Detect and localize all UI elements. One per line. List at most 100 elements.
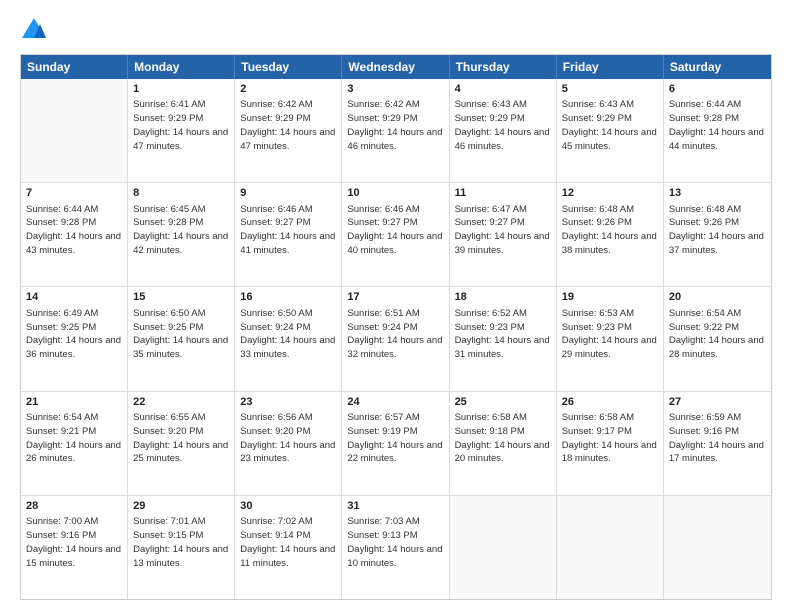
cell-sun-info: Sunrise: 7:00 AMSunset: 9:16 PMDaylight:… (26, 515, 122, 570)
day-number: 28 (26, 499, 122, 514)
day-number: 13 (669, 186, 766, 201)
calendar-cell (557, 496, 664, 599)
cell-sun-info: Sunrise: 6:59 AMSunset: 9:16 PMDaylight:… (669, 411, 766, 466)
page: SundayMondayTuesdayWednesdayThursdayFrid… (0, 0, 792, 612)
calendar-cell (450, 496, 557, 599)
day-number: 20 (669, 290, 766, 305)
calendar-cell: 19Sunrise: 6:53 AMSunset: 9:23 PMDayligh… (557, 287, 664, 390)
cell-sun-info: Sunrise: 6:50 AMSunset: 9:25 PMDaylight:… (133, 307, 229, 362)
calendar-cell: 25Sunrise: 6:58 AMSunset: 9:18 PMDayligh… (450, 392, 557, 495)
day-number: 1 (133, 82, 229, 97)
day-number: 3 (347, 82, 443, 97)
cell-sun-info: Sunrise: 6:42 AMSunset: 9:29 PMDaylight:… (347, 98, 443, 153)
day-number: 15 (133, 290, 229, 305)
header-day-tuesday: Tuesday (235, 55, 342, 79)
calendar-cell: 5Sunrise: 6:43 AMSunset: 9:29 PMDaylight… (557, 79, 664, 182)
calendar-row-0: 1Sunrise: 6:41 AMSunset: 9:29 PMDaylight… (21, 79, 771, 183)
day-number: 30 (240, 499, 336, 514)
calendar-header: SundayMondayTuesdayWednesdayThursdayFrid… (21, 55, 771, 79)
day-number: 26 (562, 395, 658, 410)
cell-sun-info: Sunrise: 6:43 AMSunset: 9:29 PMDaylight:… (562, 98, 658, 153)
calendar-cell: 16 Sunrise: 6:50 AMSunset: 9:24 PMDayligh… (235, 287, 342, 390)
calendar-cell (664, 496, 771, 599)
logo (20, 16, 52, 44)
calendar: SundayMondayTuesdayWednesdayThursdayFrid… (20, 54, 772, 600)
calendar-cell: 29Sunrise: 7:01 AMSunset: 9:15 PMDayligh… (128, 496, 235, 599)
calendar-cell: 12Sunrise: 6:48 AMSunset: 9:26 PMDayligh… (557, 183, 664, 286)
calendar-row-1: 7Sunrise: 6:44 AMSunset: 9:28 PMDaylight… (21, 183, 771, 287)
cell-sun-info: Sunrise: 6:52 AMSunset: 9:23 PMDaylight:… (455, 307, 551, 362)
cell-sun-info: Sunrise: 6:56 AMSunset: 9:20 PMDaylight:… (240, 411, 336, 466)
calendar-row-3: 21Sunrise: 6:54 AMSunset: 9:21 PMDayligh… (21, 392, 771, 496)
calendar-cell: 3Sunrise: 6:42 AMSunset: 9:29 PMDaylight… (342, 79, 449, 182)
calendar-cell: 13 Sunrise: 6:48 AMSunset: 9:26 PMDayligh… (664, 183, 771, 286)
cell-sun-info: Sunrise: 6:48 AMSunset: 9:26 PMDaylight:… (669, 203, 766, 258)
calendar-cell: 28Sunrise: 7:00 AMSunset: 9:16 PMDayligh… (21, 496, 128, 599)
day-number: 4 (455, 82, 551, 97)
day-number: 10 (347, 186, 443, 201)
cell-sun-info: Sunrise: 6:49 AMSunset: 9:25 PMDaylight:… (26, 307, 122, 362)
header (20, 16, 772, 44)
calendar-body: 1Sunrise: 6:41 AMSunset: 9:29 PMDaylight… (21, 79, 771, 599)
cell-sun-info: Sunrise: 6:48 AMSunset: 9:26 PMDaylight:… (562, 203, 658, 258)
cell-sun-info: Sunrise: 6:54 AMSunset: 9:22 PMDaylight:… (669, 307, 766, 362)
cell-sun-info: Sunrise: 6:44 AMSunset: 9:28 PMDaylight:… (26, 203, 122, 258)
day-number: 14 (26, 290, 122, 305)
calendar-cell: 6Sunrise: 6:44 AMSunset: 9:28 PMDaylight… (664, 79, 771, 182)
cell-sun-info: Sunrise: 6:50 AMSunset: 9:24 PMDaylight:… (240, 307, 336, 362)
header-day-thursday: Thursday (450, 55, 557, 79)
calendar-cell: 26Sunrise: 6:58 AMSunset: 9:17 PMDayligh… (557, 392, 664, 495)
cell-sun-info: Sunrise: 6:42 AMSunset: 9:29 PMDaylight:… (240, 98, 336, 153)
calendar-cell: 20 Sunrise: 6:54 AMSunset: 9:22 PMDayligh… (664, 287, 771, 390)
cell-sun-info: Sunrise: 6:43 AMSunset: 9:29 PMDaylight:… (455, 98, 551, 153)
header-day-wednesday: Wednesday (342, 55, 449, 79)
day-number: 8 (133, 186, 229, 201)
calendar-cell: 24Sunrise: 6:57 AMSunset: 9:19 PMDayligh… (342, 392, 449, 495)
header-day-friday: Friday (557, 55, 664, 79)
day-number: 31 (347, 499, 443, 514)
calendar-cell: 27Sunrise: 6:59 AMSunset: 9:16 PMDayligh… (664, 392, 771, 495)
day-number: 6 (669, 82, 766, 97)
cell-sun-info: Sunrise: 6:47 AMSunset: 9:27 PMDaylight:… (455, 203, 551, 258)
day-number: 27 (669, 395, 766, 410)
cell-sun-info: Sunrise: 6:51 AMSunset: 9:24 PMDaylight:… (347, 307, 443, 362)
calendar-cell: 2Sunrise: 6:42 AMSunset: 9:29 PMDaylight… (235, 79, 342, 182)
cell-sun-info: Sunrise: 6:45 AMSunset: 9:28 PMDaylight:… (133, 203, 229, 258)
cell-sun-info: Sunrise: 6:46 AMSunset: 9:27 PMDaylight:… (240, 203, 336, 258)
cell-sun-info: Sunrise: 6:58 AMSunset: 9:17 PMDaylight:… (562, 411, 658, 466)
day-number: 9 (240, 186, 336, 201)
day-number: 11 (455, 186, 551, 201)
cell-sun-info: Sunrise: 6:53 AMSunset: 9:23 PMDaylight:… (562, 307, 658, 362)
calendar-cell (21, 79, 128, 182)
calendar-row-4: 28Sunrise: 7:00 AMSunset: 9:16 PMDayligh… (21, 496, 771, 599)
calendar-cell: 23Sunrise: 6:56 AMSunset: 9:20 PMDayligh… (235, 392, 342, 495)
calendar-cell: 9 Sunrise: 6:46 AMSunset: 9:27 PMDaylight… (235, 183, 342, 286)
cell-sun-info: Sunrise: 6:57 AMSunset: 9:19 PMDaylight:… (347, 411, 443, 466)
cell-sun-info: Sunrise: 6:44 AMSunset: 9:28 PMDaylight:… (669, 98, 766, 153)
day-number: 25 (455, 395, 551, 410)
day-number: 16 (240, 290, 336, 305)
day-number: 24 (347, 395, 443, 410)
calendar-cell: 4Sunrise: 6:43 AMSunset: 9:29 PMDaylight… (450, 79, 557, 182)
cell-sun-info: Sunrise: 6:54 AMSunset: 9:21 PMDaylight:… (26, 411, 122, 466)
day-number: 18 (455, 290, 551, 305)
logo-icon (20, 16, 48, 44)
cell-sun-info: Sunrise: 6:46 AMSunset: 9:27 PMDaylight:… (347, 203, 443, 258)
cell-sun-info: Sunrise: 6:55 AMSunset: 9:20 PMDaylight:… (133, 411, 229, 466)
calendar-row-2: 14 Sunrise: 6:49 AMSunset: 9:25 PMDayligh… (21, 287, 771, 391)
cell-sun-info: Sunrise: 6:58 AMSunset: 9:18 PMDaylight:… (455, 411, 551, 466)
calendar-cell: 10 Sunrise: 6:46 AMSunset: 9:27 PMDayligh… (342, 183, 449, 286)
cell-sun-info: Sunrise: 7:02 AMSunset: 9:14 PMDaylight:… (240, 515, 336, 570)
calendar-cell: 14 Sunrise: 6:49 AMSunset: 9:25 PMDayligh… (21, 287, 128, 390)
calendar-cell: 11 Sunrise: 6:47 AMSunset: 9:27 PMDayligh… (450, 183, 557, 286)
day-number: 22 (133, 395, 229, 410)
cell-sun-info: Sunrise: 6:41 AMSunset: 9:29 PMDaylight:… (133, 98, 229, 153)
day-number: 17 (347, 290, 443, 305)
calendar-cell: 8 Sunrise: 6:45 AMSunset: 9:28 PMDaylight… (128, 183, 235, 286)
day-number: 21 (26, 395, 122, 410)
day-number: 2 (240, 82, 336, 97)
header-day-monday: Monday (128, 55, 235, 79)
calendar-cell: 30Sunrise: 7:02 AMSunset: 9:14 PMDayligh… (235, 496, 342, 599)
calendar-cell: 21Sunrise: 6:54 AMSunset: 9:21 PMDayligh… (21, 392, 128, 495)
cell-sun-info: Sunrise: 7:01 AMSunset: 9:15 PMDaylight:… (133, 515, 229, 570)
